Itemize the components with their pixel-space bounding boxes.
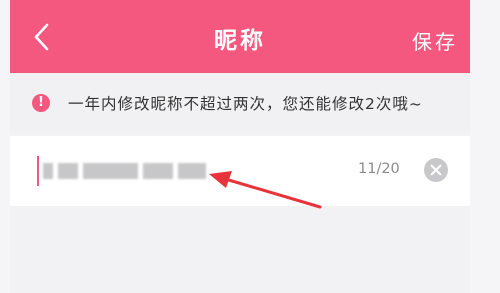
notice-text: 一年内修改昵称不超过两次，您还能修改2次哦~ <box>68 95 423 113</box>
notice-banner: ! 一年内修改昵称不超过两次，您还能修改2次哦~ <box>10 73 470 131</box>
save-button[interactable]: 保存 <box>412 26 458 55</box>
clear-icon[interactable] <box>424 158 448 182</box>
char-counter: 11/20 <box>358 161 400 177</box>
blurred-nickname-value <box>43 163 206 179</box>
nickname-page: 昵称 保存 ! 一年内修改昵称不超过两次，您还能修改2次哦~ 11/20 <box>10 0 470 293</box>
exclamation-icon: ! <box>32 94 50 112</box>
page-title: 昵称 <box>214 28 266 54</box>
text-cursor <box>37 156 39 186</box>
header-bar: 昵称 保存 <box>10 0 470 73</box>
nickname-input[interactable]: 11/20 <box>10 136 470 206</box>
